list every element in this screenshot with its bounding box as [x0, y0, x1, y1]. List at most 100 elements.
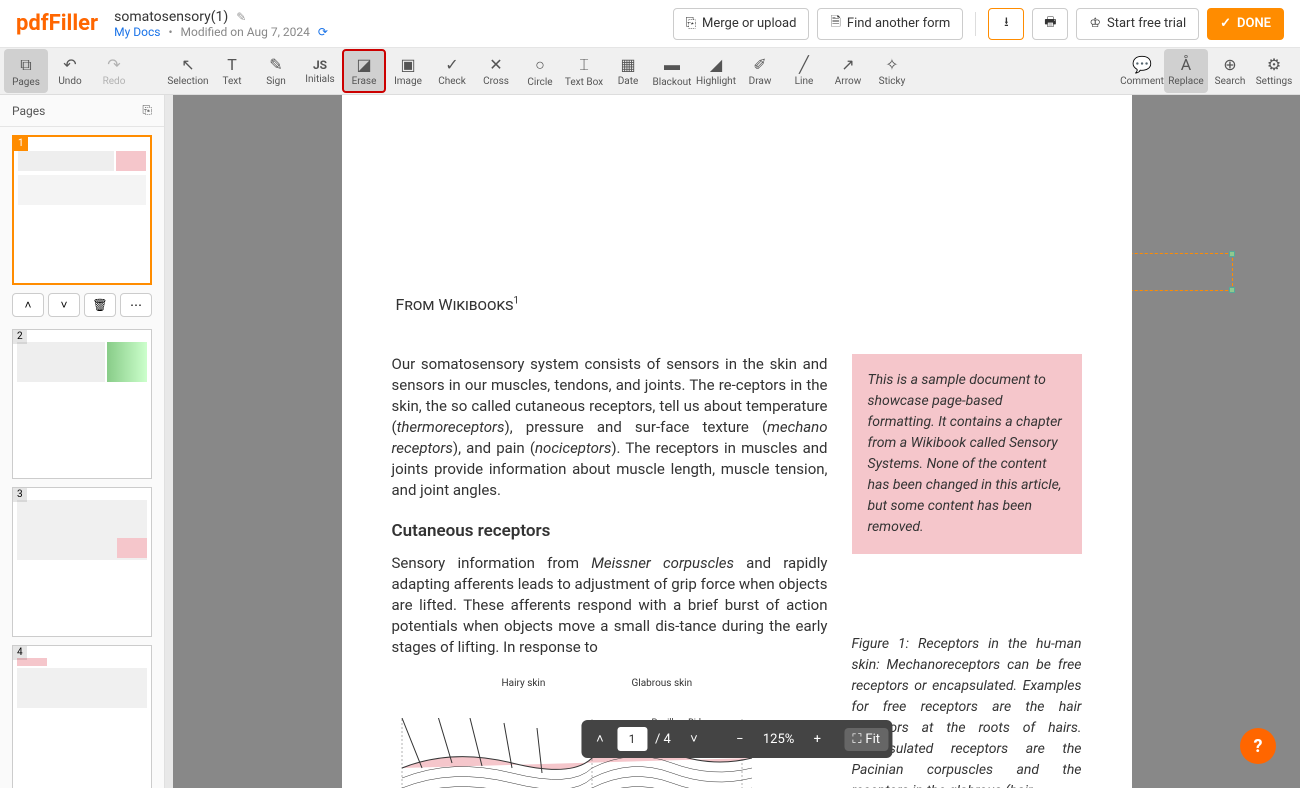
- draw-label: Draw: [749, 76, 772, 87]
- sidebar-scrollbar[interactable]: [165, 95, 173, 788]
- cross-icon: ✕: [489, 55, 502, 74]
- undo-tool[interactable]: ↶Undo: [48, 49, 92, 93]
- replace-label: Replace: [1168, 76, 1204, 87]
- text-icon: T: [227, 55, 237, 74]
- image-tool[interactable]: ▣Image: [386, 49, 430, 93]
- draw-tool[interactable]: ✐Draw: [738, 49, 782, 93]
- from-wikibooks: From Wikibooks1: [362, 295, 1112, 314]
- header-actions: ⎘Merge or upload 🗎Find another form ⭳ 🖶 …: [673, 8, 1284, 40]
- arrow-label: Arrow: [835, 76, 861, 87]
- initials-icon: JS: [313, 58, 327, 72]
- settings-tool[interactable]: ⚙Settings: [1252, 49, 1296, 93]
- circle-tool[interactable]: ○Circle: [518, 49, 562, 93]
- arrow-tool[interactable]: ↗Arrow: [826, 49, 870, 93]
- meta-dot: •: [168, 25, 172, 39]
- check-tool[interactable]: ✓Check: [430, 49, 474, 93]
- zoom-out[interactable]: −: [725, 724, 755, 754]
- blackout-label: Blackout: [653, 77, 692, 88]
- thumb-actions: ˄ ˅ 🗑 ⋯: [12, 293, 152, 317]
- redo-tool[interactable]: ↷Redo: [92, 49, 136, 93]
- search-icon: ⊕: [1223, 55, 1236, 74]
- circle-label: Circle: [527, 77, 552, 88]
- erase-tool[interactable]: ◪Erase: [342, 49, 386, 93]
- textbox-tool[interactable]: ⌶Text Box: [562, 49, 606, 93]
- line-tool[interactable]: ╱Line: [782, 49, 826, 93]
- document-page: From Wikibooks1 Our somatosensory system…: [342, 95, 1132, 788]
- add-page-icon[interactable]: ⎘: [142, 103, 152, 118]
- sidebar-title: Pages: [12, 104, 45, 118]
- erase-icon: ◪: [356, 55, 371, 74]
- initials-tool[interactable]: JSInitials: [298, 49, 342, 93]
- body-paragraph-1: Our somatosensory system consists of sen…: [392, 354, 828, 501]
- check-tool-icon: ✓: [445, 55, 458, 74]
- date-icon: ▦: [620, 55, 635, 74]
- thumb-delete[interactable]: 🗑: [84, 293, 116, 317]
- thumb-up[interactable]: ˄: [12, 293, 44, 317]
- history-icon[interactable]: ⟳: [318, 25, 328, 39]
- print-button[interactable]: 🖶: [1032, 8, 1068, 40]
- zoom-level: 125%: [757, 732, 800, 747]
- page-thumb-3[interactable]: 3: [12, 487, 152, 637]
- blackout-tool[interactable]: ▬Blackout: [650, 49, 694, 93]
- sticky-tool[interactable]: ✧ Sticky: [870, 49, 914, 93]
- page-thumb-1[interactable]: 1: [12, 135, 152, 285]
- replace-tool[interactable]: ÅReplace: [1164, 49, 1208, 93]
- done-button[interactable]: ✓DONE: [1207, 8, 1284, 40]
- help-button[interactable]: ?: [1240, 728, 1276, 764]
- image-label: Image: [394, 76, 422, 87]
- sticky-label: Sticky: [879, 76, 906, 87]
- comment-icon: 💬: [1132, 55, 1152, 74]
- start-trial-button[interactable]: ♔Start free trial: [1076, 8, 1199, 40]
- download-button[interactable]: ⭳: [988, 8, 1024, 40]
- logo[interactable]: pdfFiller: [16, 11, 98, 36]
- fit-button[interactable]: ⛶Fit: [844, 728, 888, 751]
- cross-label: Cross: [483, 76, 509, 87]
- page-number: 2: [13, 330, 27, 344]
- page-number: 1: [14, 137, 28, 151]
- page-thumb-2[interactable]: 2: [12, 329, 152, 479]
- text-label: Text: [222, 76, 241, 87]
- find-form-button[interactable]: 🗎Find another form: [817, 8, 963, 40]
- page-up[interactable]: ˄: [585, 724, 615, 754]
- resize-handle[interactable]: [1229, 287, 1235, 293]
- pages-label: Pages: [12, 77, 40, 88]
- search-tool[interactable]: ⊕Search: [1208, 49, 1252, 93]
- page-input[interactable]: [617, 727, 647, 751]
- highlight-icon: ◢: [710, 55, 722, 74]
- selection-tool[interactable]: ↖Selection: [166, 49, 210, 93]
- highlight-label: Highlight: [696, 76, 736, 87]
- cross-tool[interactable]: ✕ Cross: [474, 49, 518, 93]
- selection-label: Selection: [167, 76, 208, 87]
- sign-tool[interactable]: ✎Sign: [254, 49, 298, 93]
- merge-button[interactable]: ⎘Merge or upload: [673, 8, 810, 40]
- fit-label: Fit: [865, 732, 880, 747]
- zoom-in[interactable]: +: [802, 724, 832, 754]
- page-down[interactable]: ˅: [679, 724, 709, 754]
- callout-box: This is a sample document to showcase pa…: [852, 354, 1082, 554]
- check-icon: ✓: [1220, 16, 1231, 31]
- doc-info: somatosensory(1) ✎ My Docs • Modified on…: [114, 9, 672, 39]
- mydocs-link[interactable]: My Docs: [114, 25, 160, 39]
- search-doc-icon: 🗎: [830, 13, 840, 35]
- sidebar-header: Pages ⎘: [0, 95, 164, 127]
- comment-tool[interactable]: 💬Comment: [1120, 49, 1164, 93]
- edit-title-icon[interactable]: ✎: [236, 10, 246, 24]
- undo-label: Undo: [58, 76, 81, 87]
- resize-handle[interactable]: [1229, 251, 1235, 257]
- canvas[interactable]: ◪ ▭ ˅ Anatomy of the Somatosensory Syste…: [173, 95, 1300, 788]
- thumb-more[interactable]: ⋯: [120, 293, 152, 317]
- pages-tool[interactable]: ⧉Pages: [4, 49, 48, 93]
- thumb-down[interactable]: ˅: [48, 293, 80, 317]
- settings-label: Settings: [1256, 76, 1293, 87]
- highlight-tool[interactable]: ◢ Highlight: [694, 49, 738, 93]
- app-header: pdfFiller somatosensory(1) ✎ My Docs • M…: [0, 0, 1300, 48]
- date-tool[interactable]: ▦Date: [606, 49, 650, 93]
- text-tool[interactable]: T Text: [210, 49, 254, 93]
- page-thumb-4[interactable]: 4: [12, 645, 152, 788]
- fig-label-glabrous: Glabrous skin: [632, 678, 693, 689]
- section-heading: Cutaneous receptors: [392, 521, 828, 541]
- sticky-icon: ✧: [885, 55, 898, 74]
- modified-text: Modified on Aug 7, 2024: [181, 25, 310, 39]
- body-paragraph-2: Sensory information from Meissner corpus…: [392, 553, 828, 658]
- thumbnails[interactable]: 1 ˄ ˅ 🗑 ⋯ 2 3 4: [0, 127, 164, 788]
